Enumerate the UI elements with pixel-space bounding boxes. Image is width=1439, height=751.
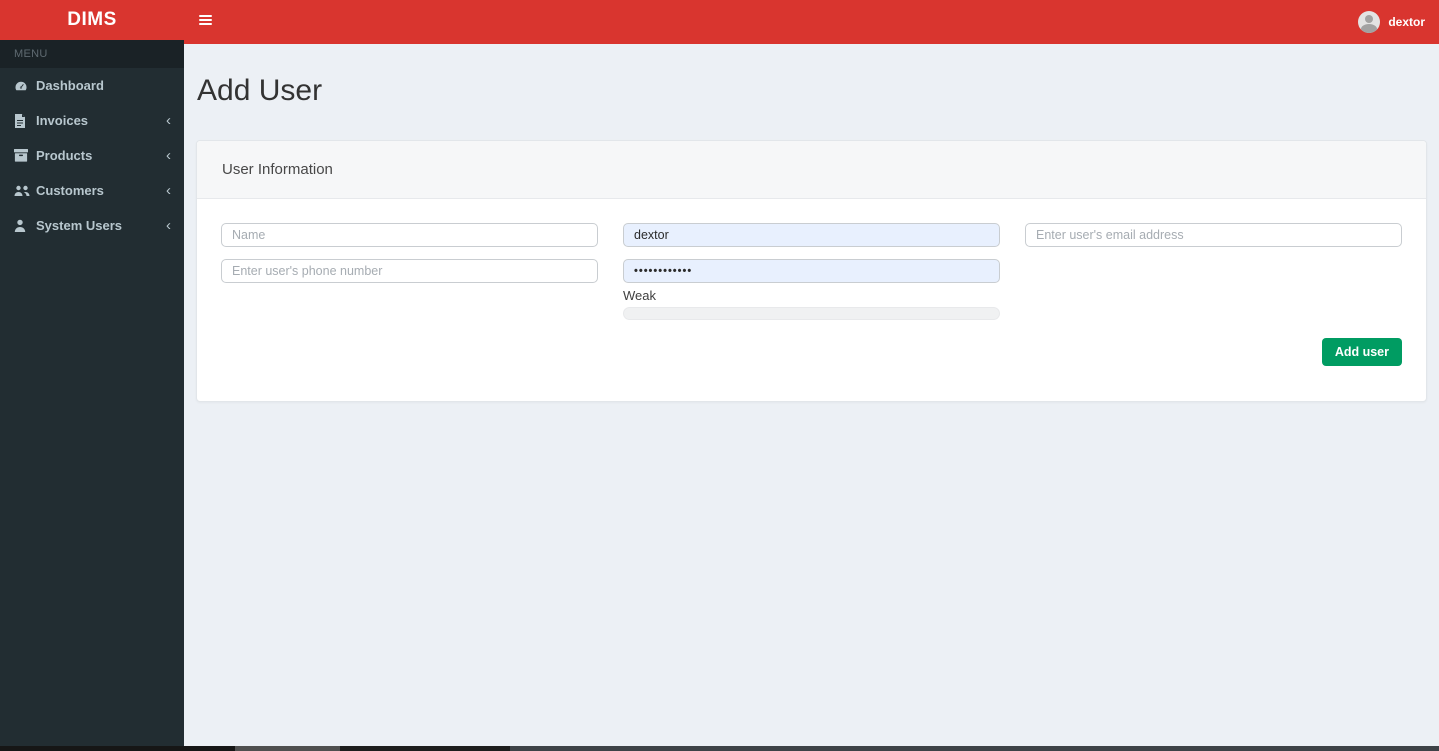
sidebar-menu-header: MENU bbox=[0, 40, 184, 68]
topbar: DIMS dextor bbox=[0, 0, 1439, 44]
password-input[interactable] bbox=[623, 259, 1000, 283]
window-bottom-edge bbox=[0, 746, 1439, 751]
card-header: User Information bbox=[197, 141, 1426, 199]
add-user-form: Weak bbox=[221, 223, 1402, 320]
invoices-icon bbox=[14, 113, 36, 128]
sidebar-item-invoices[interactable]: Invoices ‹ bbox=[0, 103, 184, 138]
username-label: dextor bbox=[1388, 15, 1425, 29]
user-menu[interactable]: dextor bbox=[1358, 0, 1425, 44]
sidebar-item-products[interactable]: Products ‹ bbox=[0, 138, 184, 173]
chevron-left-icon: ‹ bbox=[166, 112, 171, 129]
system-users-icon bbox=[14, 219, 36, 232]
form-actions: Add user bbox=[221, 338, 1402, 366]
sidebar-item-system-users[interactable]: System Users ‹ bbox=[0, 208, 184, 243]
chevron-left-icon: ‹ bbox=[166, 217, 171, 234]
dashboard-icon bbox=[14, 79, 36, 93]
avatar-person-icon bbox=[1365, 15, 1374, 23]
user-information-card: User Information Weak Add user bbox=[196, 140, 1427, 402]
sidebar-item-customers[interactable]: Customers ‹ bbox=[0, 173, 184, 208]
sidebar-item-label: Customers bbox=[36, 183, 104, 198]
chevron-left-icon: ‹ bbox=[166, 182, 171, 199]
sidebar-item-label: Products bbox=[36, 148, 93, 163]
products-icon bbox=[14, 149, 36, 162]
card-header-title: User Information bbox=[222, 161, 333, 178]
sidebar-nav: Dashboard Invoices ‹ Products ‹ Customer… bbox=[0, 68, 184, 243]
password-strength-label: Weak bbox=[623, 288, 656, 303]
password-strength-bar bbox=[623, 307, 1000, 320]
content-area: Add User User Information Weak bbox=[184, 44, 1439, 746]
hamburger-icon bbox=[198, 15, 212, 17]
username-input[interactable] bbox=[623, 223, 1000, 247]
sidebar-item-dashboard[interactable]: Dashboard bbox=[0, 68, 184, 103]
add-user-button[interactable]: Add user bbox=[1321, 338, 1402, 366]
password-group: Weak bbox=[623, 259, 1000, 320]
email-input[interactable] bbox=[1025, 223, 1402, 247]
brand-text: DIMS bbox=[67, 9, 117, 30]
sidebar-item-label: Dashboard bbox=[36, 78, 104, 93]
chevron-left-icon: ‹ bbox=[166, 147, 171, 164]
user-avatar bbox=[1358, 11, 1381, 33]
page-title: Add User bbox=[197, 74, 323, 107]
sidebar: MENU Dashboard Invoices ‹ Products ‹ Cus… bbox=[0, 40, 184, 746]
sidebar-item-label: Invoices bbox=[36, 113, 89, 128]
name-input[interactable] bbox=[221, 223, 598, 247]
brand-logo[interactable]: DIMS bbox=[0, 0, 184, 40]
sidebar-item-label: System Users bbox=[36, 218, 122, 233]
sidebar-toggle-button[interactable] bbox=[188, 0, 222, 40]
phone-input[interactable] bbox=[221, 259, 598, 283]
card-body: Weak Add user bbox=[197, 199, 1426, 401]
customers-icon bbox=[14, 184, 36, 197]
